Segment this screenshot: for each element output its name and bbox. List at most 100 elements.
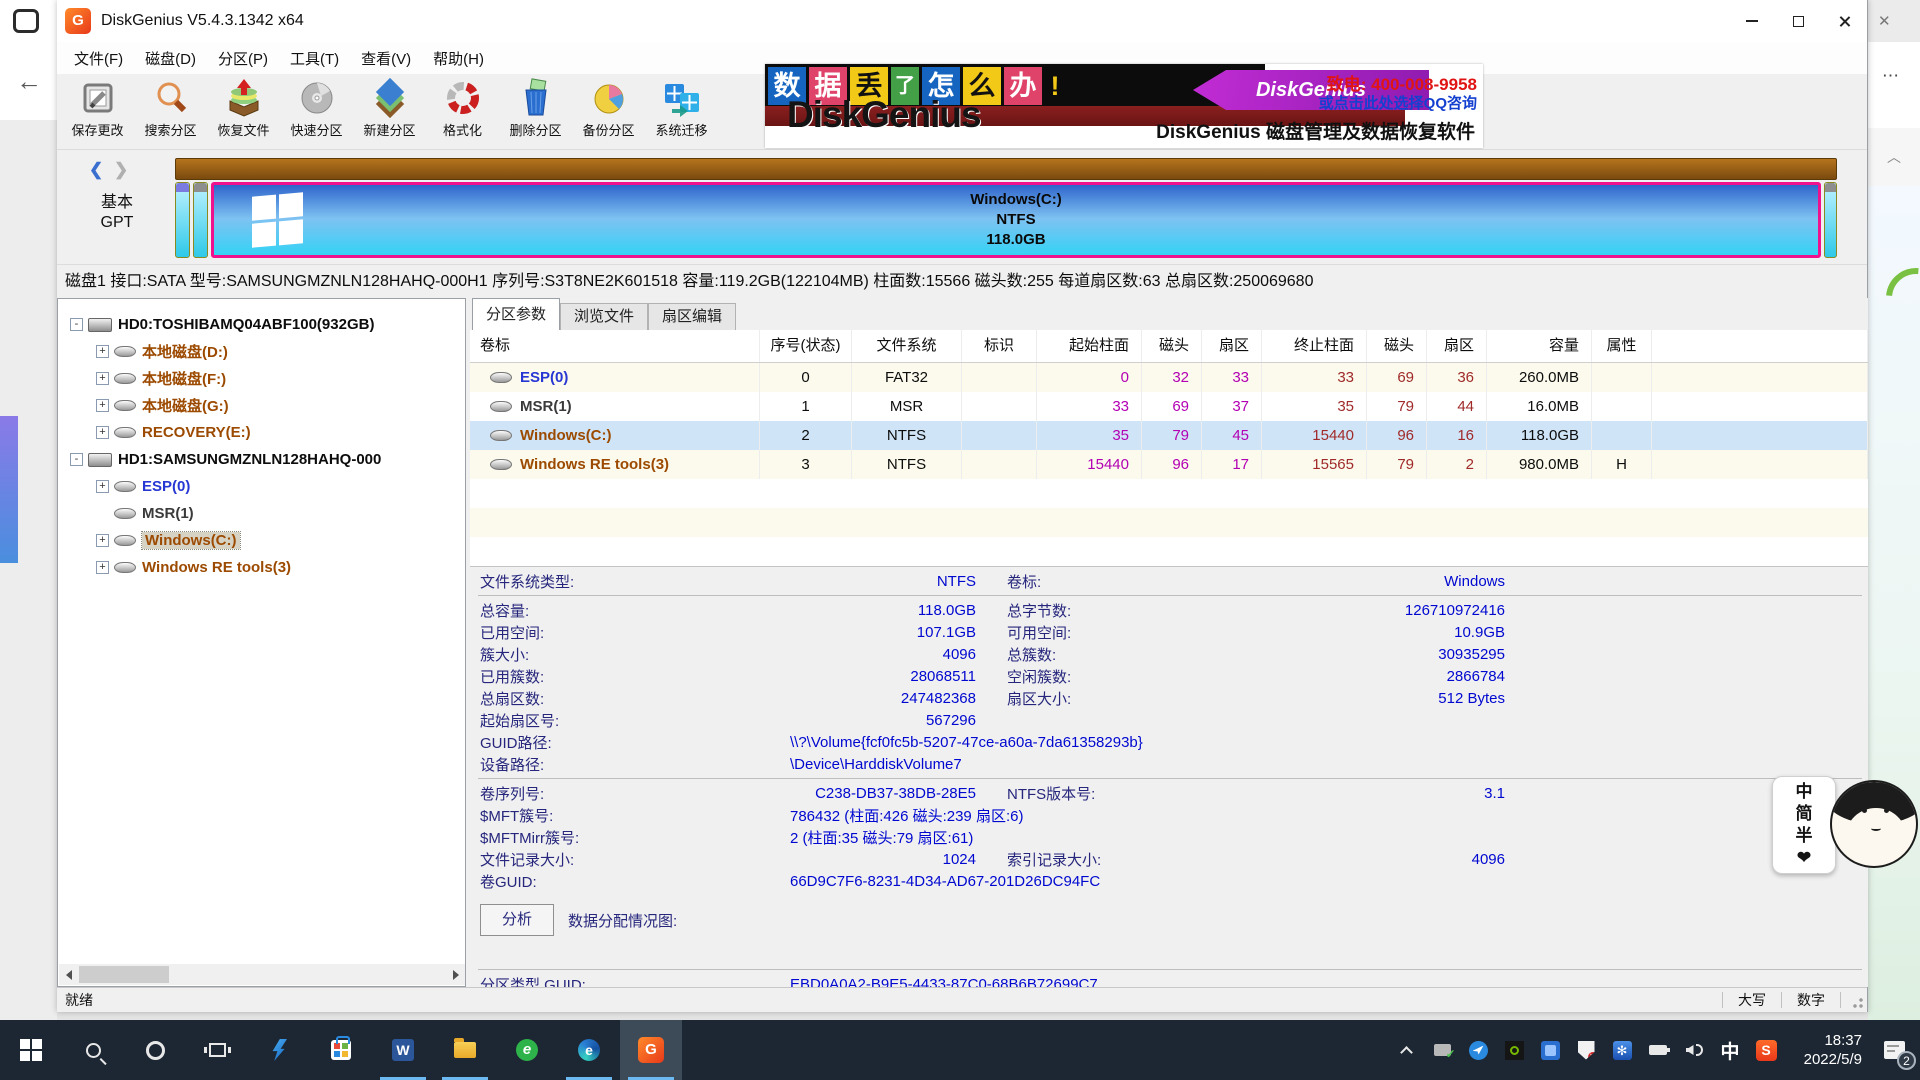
taskbar-clock[interactable]: 18:37 2022/5/9 xyxy=(1784,1031,1868,1069)
expand-icon[interactable]: + xyxy=(96,399,109,412)
quick-partition-button[interactable]: 快速分区 xyxy=(280,74,353,149)
minimize-button[interactable] xyxy=(1729,0,1775,42)
task-view-button[interactable] xyxy=(186,1020,248,1080)
menu-partition[interactable]: 分区(P) xyxy=(207,44,279,73)
expand-icon[interactable]: + xyxy=(96,534,109,547)
tree-item-msr[interactable]: MSR(1) xyxy=(58,500,465,527)
tree-item-local-g[interactable]: + 本地磁盘(G:) xyxy=(58,392,465,419)
format-button[interactable]: 格式化 xyxy=(426,74,499,149)
tree-item-hd1[interactable]: - HD1:SAMSUNGMZNLN128HAHQ-000 xyxy=(58,446,465,473)
tree-item-windows-re[interactable]: + Windows RE tools(3) xyxy=(58,554,465,581)
tray-snowflake-app[interactable]: ✻ xyxy=(1604,1020,1640,1080)
tray-battery[interactable] xyxy=(1640,1020,1676,1080)
col-end-head[interactable]: 磁头 xyxy=(1367,330,1427,362)
menu-view[interactable]: 查看(V) xyxy=(350,44,422,73)
tray-nvidia[interactable] xyxy=(1496,1020,1532,1080)
taskbar-app-browser[interactable]: e xyxy=(496,1020,558,1080)
expand-icon[interactable]: + xyxy=(96,561,109,574)
expand-icon[interactable]: + xyxy=(96,480,109,493)
search-partition-button[interactable]: 搜索分区 xyxy=(134,74,207,149)
background-close-icon[interactable]: ✕ xyxy=(1878,12,1891,30)
collapse-icon[interactable]: - xyxy=(70,453,83,466)
scroll-up-icon[interactable]: ︿ xyxy=(1868,128,1920,186)
tray-expand-button[interactable] xyxy=(1388,1020,1424,1080)
table-row-windows-re[interactable]: Windows RE tools(3) 3 NTFS 15440 96 17 1… xyxy=(470,450,1868,479)
tree-horizontal-scrollbar[interactable] xyxy=(59,964,466,985)
tree-item-local-d[interactable]: + 本地磁盘(D:) xyxy=(58,338,465,365)
ime-box[interactable]: 中 简 半 ❤ xyxy=(1772,776,1836,874)
tray-defender[interactable]: ✕ xyxy=(1568,1020,1604,1080)
menu-tools[interactable]: 工具(T) xyxy=(279,44,350,73)
tray-messenger[interactable] xyxy=(1460,1020,1496,1080)
scroll-right-icon[interactable] xyxy=(446,964,466,985)
ime-status-widget[interactable]: 中 简 半 ❤ xyxy=(1772,776,1920,876)
collapse-icon[interactable]: - xyxy=(70,318,83,331)
ad-banner[interactable]: 数 据 丢 了 怎 么 办 ! DiskGenius DiskGenius 致电… xyxy=(765,64,1483,148)
back-arrow-icon[interactable]: ← xyxy=(16,68,42,94)
col-start-sector[interactable]: 扇区 xyxy=(1202,330,1262,362)
backup-partition-button[interactable]: 备份分区 xyxy=(572,74,645,149)
table-row-esp[interactable]: ESP(0) 0 FAT32 0 32 33 33 69 36 260.0MB xyxy=(470,363,1868,392)
tab-partition-params[interactable]: 分区参数 xyxy=(472,298,560,330)
ad-qq-link[interactable]: 或点击此处选择QQ咨询 xyxy=(1319,92,1477,113)
more-menu-icon[interactable]: ⋯ xyxy=(1882,66,1901,86)
scroll-left-icon[interactable] xyxy=(59,964,79,985)
next-disk-icon[interactable]: ❯ xyxy=(114,160,128,179)
taskbar-app-flash[interactable] xyxy=(248,1020,310,1080)
close-button[interactable] xyxy=(1821,0,1867,42)
tab-sector-edit[interactable]: 扇区编辑 xyxy=(648,303,736,330)
col-end-sector[interactable]: 扇区 xyxy=(1427,330,1487,362)
table-row-windows-selected[interactable]: Windows(C:) 2 NTFS 35 79 45 15440 96 16 … xyxy=(470,421,1868,450)
tree-item-recovery-e[interactable]: + RECOVERY(E:) xyxy=(58,419,465,446)
partition-bar-windows-selected[interactable]: Windows(C:) NTFS 118.0GB xyxy=(211,182,1821,258)
col-flag[interactable]: 标识 xyxy=(962,330,1037,362)
system-migrate-button[interactable]: 系统迁移 xyxy=(645,74,718,149)
expand-icon[interactable]: + xyxy=(96,426,109,439)
window-restore-icon[interactable] xyxy=(13,9,39,33)
tree-item-esp[interactable]: + ESP(0) xyxy=(58,473,465,500)
taskbar-app-explorer[interactable] xyxy=(434,1020,496,1080)
tray-printer[interactable] xyxy=(1424,1020,1460,1080)
col-start-head[interactable]: 磁头 xyxy=(1142,330,1202,362)
save-changes-button[interactable]: 保存更改 xyxy=(61,74,134,149)
scrollbar-track[interactable] xyxy=(79,964,446,985)
scrollbar-thumb[interactable] xyxy=(79,966,169,983)
expand-icon[interactable]: + xyxy=(96,372,109,385)
cortana-button[interactable] xyxy=(124,1020,186,1080)
taskbar-app-edge[interactable]: e xyxy=(558,1020,620,1080)
tray-volume[interactable] xyxy=(1676,1020,1712,1080)
partition-bar-msr[interactable] xyxy=(193,182,208,258)
tree-item-hd0[interactable]: - HD0:TOSHIBAMQ04ABF100(932GB) xyxy=(58,311,465,338)
action-center-button[interactable]: 2 xyxy=(1868,1020,1920,1080)
col-volume-label[interactable]: 卷标 xyxy=(470,330,760,362)
col-start-cyl[interactable]: 起始柱面 xyxy=(1037,330,1142,362)
prev-disk-icon[interactable]: ❮ xyxy=(89,160,103,179)
partition-bar-esp[interactable] xyxy=(175,182,190,258)
maximize-button[interactable] xyxy=(1775,0,1821,42)
col-no-status[interactable]: 序号(状态) xyxy=(760,330,852,362)
delete-partition-button[interactable]: 删除分区 xyxy=(499,74,572,149)
menu-file[interactable]: 文件(F) xyxy=(63,44,134,73)
recover-files-button[interactable]: 恢复文件 xyxy=(207,74,280,149)
col-end-cyl[interactable]: 终止柱面 xyxy=(1262,330,1367,362)
table-row-msr[interactable]: MSR(1) 1 MSR 33 69 37 35 79 44 16.0MB xyxy=(470,392,1868,421)
expand-icon[interactable]: + xyxy=(96,345,109,358)
col-capacity[interactable]: 容量 xyxy=(1487,330,1592,362)
menu-disk[interactable]: 磁盘(D) xyxy=(134,44,207,73)
tree-item-local-f[interactable]: + 本地磁盘(F:) xyxy=(58,365,465,392)
tab-browse-files[interactable]: 浏览文件 xyxy=(560,303,648,330)
tray-intel-graphics[interactable] xyxy=(1532,1020,1568,1080)
disk-header-strip[interactable] xyxy=(175,158,1837,180)
taskbar-app-word[interactable]: W xyxy=(372,1020,434,1080)
menu-help[interactable]: 帮助(H) xyxy=(422,44,495,73)
analyze-button[interactable]: 分析 xyxy=(480,904,554,936)
tree-item-windows-c[interactable]: + Windows(C:) xyxy=(58,527,465,554)
taskbar-search-button[interactable] xyxy=(62,1020,124,1080)
tray-ime-mode[interactable]: 中 xyxy=(1712,1020,1748,1080)
col-attributes[interactable]: 属性 xyxy=(1592,330,1652,362)
partition-bar-retools[interactable] xyxy=(1824,182,1837,258)
col-filesystem[interactable]: 文件系统 xyxy=(852,330,962,362)
start-button[interactable] xyxy=(0,1020,62,1080)
new-partition-button[interactable]: 新建分区 xyxy=(353,74,426,149)
taskbar-app-diskgenius[interactable]: G xyxy=(620,1020,682,1080)
